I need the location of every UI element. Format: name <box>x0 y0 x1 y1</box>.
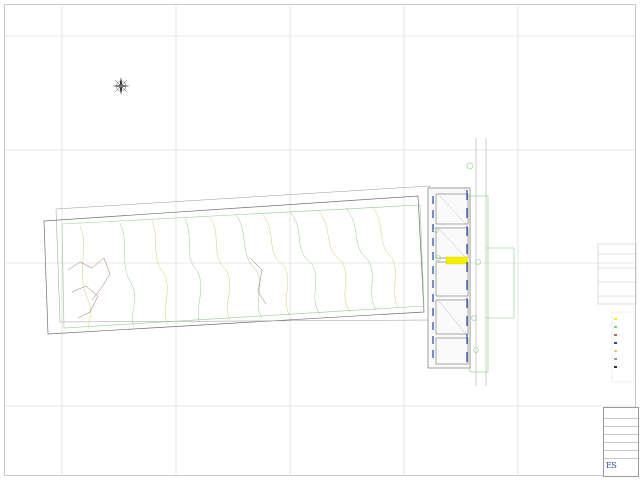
title-block: ES <box>603 407 639 477</box>
sheet-grid <box>4 6 636 476</box>
site-plan-drawing <box>4 6 637 476</box>
highlight-area <box>445 256 469 265</box>
drawing-sheet: ES <box>0 0 640 480</box>
road-strip <box>469 138 515 386</box>
north-arrow-icon <box>112 77 130 95</box>
firm-logo: ES <box>606 461 617 470</box>
contour-lines <box>67 205 399 331</box>
legend-panel <box>597 243 637 383</box>
setback-line <box>61 204 425 329</box>
building-block <box>427 187 471 369</box>
